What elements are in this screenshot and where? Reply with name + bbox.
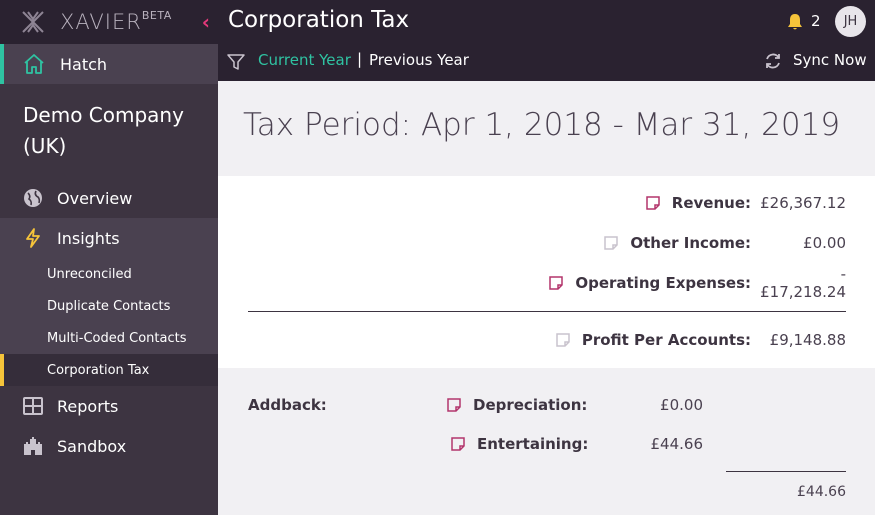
brand-name: XAVIER	[60, 10, 142, 34]
sidebar-subitem-unreconciled[interactable]: Unreconciled	[0, 258, 218, 290]
filter-icon[interactable]	[226, 52, 246, 72]
beta-badge: BETA	[141, 8, 172, 22]
addback-heading: Addback:	[248, 396, 327, 414]
sidebar-subitem-corporation-tax[interactable]: Corporation Tax	[0, 354, 218, 386]
sidebar-item-sandbox[interactable]: Sandbox	[0, 426, 218, 466]
operating-expenses-value: - £17,218.24	[760, 265, 846, 301]
revenue-label: Revenue:	[671, 194, 751, 212]
sync-now-button[interactable]: Sync Now	[793, 51, 867, 69]
depreciation-value: £0.00	[660, 396, 703, 414]
note-icon[interactable]	[451, 437, 465, 451]
sidebar-item-label: Overview	[57, 188, 133, 208]
revenue-value: £26,367.12	[760, 194, 846, 212]
sync-icon[interactable]	[764, 52, 782, 70]
entertaining-label: Entertaining:	[477, 435, 589, 453]
sidebar-item-label: Insights	[57, 228, 120, 248]
bell-icon[interactable]	[785, 12, 805, 32]
sidebar-item-label: Hatch	[60, 54, 108, 74]
notification-count[interactable]: 2	[811, 12, 821, 30]
profit-row: Profit Per Accounts: £9,148.88	[556, 328, 875, 352]
divider	[248, 311, 846, 312]
total-divider	[726, 471, 846, 472]
avatar[interactable]: JH	[835, 6, 866, 37]
sidebar-subitem-duplicate-contacts[interactable]: Duplicate Contacts	[0, 290, 218, 322]
operating-expenses-label: Operating Expenses:	[575, 274, 751, 292]
addback-section: Addback: Depreciation: £0.00 Entertainin…	[218, 368, 875, 515]
note-icon[interactable]	[447, 398, 461, 412]
note-icon[interactable]	[604, 236, 619, 250]
page-title: Corporation Tax	[228, 7, 410, 33]
company-name[interactable]: Demo Company (UK)	[0, 84, 218, 178]
castle-icon	[22, 435, 44, 457]
grid-icon	[22, 395, 44, 417]
note-icon[interactable]	[549, 276, 564, 290]
profit-value: £9,148.88	[769, 331, 846, 349]
globe-icon	[22, 187, 44, 209]
previous-year-toggle[interactable]: Previous Year	[369, 51, 469, 69]
home-icon	[22, 52, 46, 76]
sidebar-item-label: Sandbox	[57, 436, 127, 456]
top-bar: Corporation Tax 2 JH	[218, 0, 875, 44]
sidebar-item-insights[interactable]: Insights	[0, 218, 218, 258]
brand: XAVIER BETA ‹	[0, 0, 218, 44]
lightning-icon	[22, 227, 44, 249]
profit-label: Profit Per Accounts:	[581, 331, 751, 349]
sidebar-subitem-multi-coded-contacts[interactable]: Multi-Coded Contacts	[0, 322, 218, 354]
sidebar-item-hatch[interactable]: Hatch	[0, 44, 218, 84]
sidebar: XAVIER BETA ‹ Hatch Demo Company (UK) Ov…	[0, 0, 218, 515]
other-income-row: Other Income: £0.00	[604, 231, 875, 255]
other-income-label: Other Income:	[630, 234, 751, 252]
tax-summary: Revenue: £26,367.12 Other Income: £0.00 …	[218, 176, 875, 368]
entertaining-value: £44.66	[650, 435, 704, 453]
sidebar-item-label: Reports	[57, 396, 119, 416]
sidebar-item-reports[interactable]: Reports	[0, 386, 218, 426]
current-year-toggle[interactable]: Current Year	[258, 51, 351, 69]
other-income-value: £0.00	[803, 234, 846, 252]
chevron-left-icon[interactable]: ‹	[202, 10, 210, 34]
note-icon[interactable]	[646, 196, 660, 210]
revenue-row: Revenue: £26,367.12	[646, 191, 875, 215]
depreciation-row: Depreciation: £0.00	[447, 393, 703, 417]
note-icon[interactable]	[556, 333, 570, 347]
sidebar-item-overview[interactable]: Overview	[0, 178, 218, 218]
operating-expenses-row: Operating Expenses: - £17,218.24	[549, 265, 875, 301]
tax-period-title: Tax Period: Apr 1, 2018 - Mar 31, 2019	[243, 107, 841, 143]
depreciation-label: Depreciation:	[473, 396, 588, 414]
addback-total: £44.66	[797, 484, 846, 500]
tax-period-header: Tax Period: Apr 1, 2018 - Mar 31, 2019	[218, 81, 875, 176]
toggle-separator: |	[357, 50, 363, 68]
period-filter-bar: Current Year | Previous Year Sync Now	[218, 44, 875, 81]
entertaining-row: Entertaining: £44.66	[451, 432, 703, 456]
xavier-logo-icon	[20, 9, 46, 35]
